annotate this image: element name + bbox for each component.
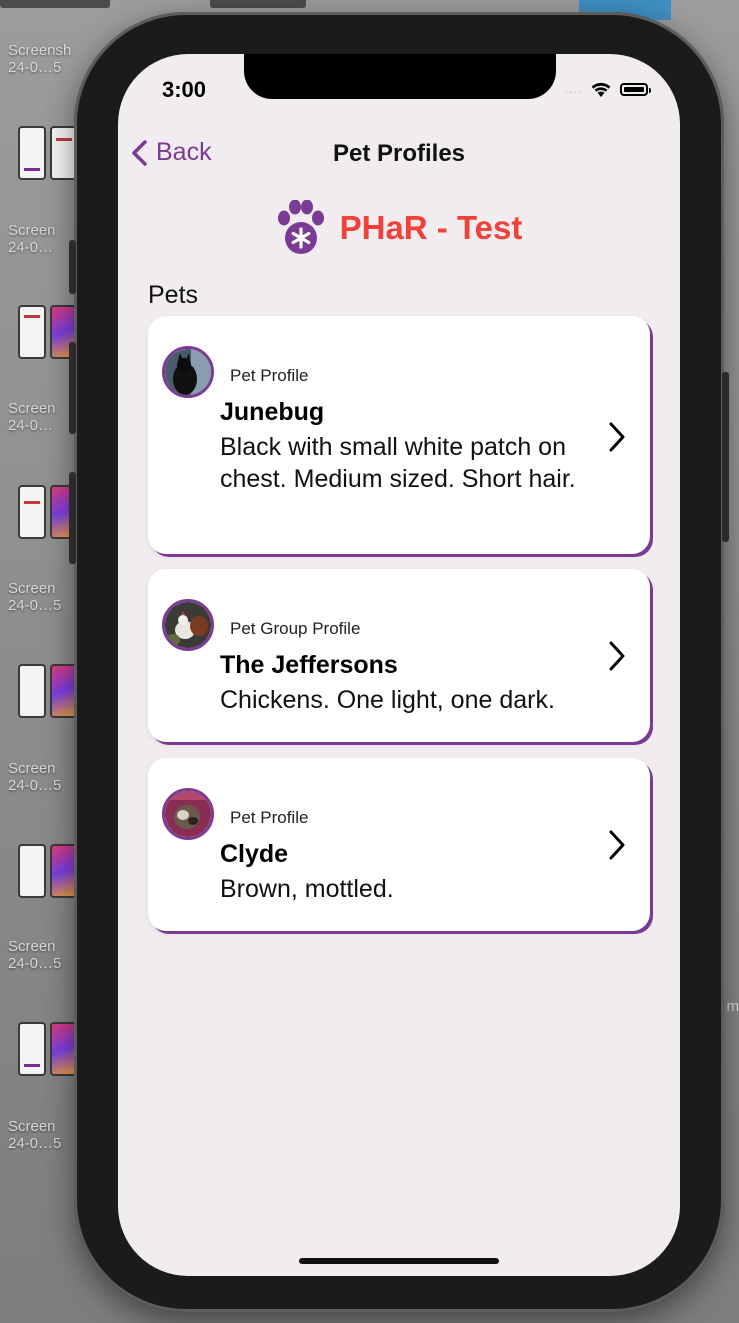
volume-up-button bbox=[69, 342, 76, 434]
pet-name: Clyde bbox=[220, 840, 289, 868]
desktop-file-icon[interactable] bbox=[18, 664, 80, 718]
desktop-file-label: Screen 24-0… bbox=[8, 222, 56, 256]
thumbnail bbox=[18, 305, 46, 359]
desktop-file-label: Screen 24-0…5 bbox=[8, 580, 62, 614]
phone-frame: 3:00 .... Back Pet Profiles PHaR - Test … bbox=[69, 12, 729, 1312]
chevron-right-icon bbox=[609, 641, 625, 671]
pet-photo bbox=[165, 602, 211, 648]
desktop-file-label: Screensh 24-0…5 bbox=[8, 42, 72, 76]
pet-description: Black with small white patch on chest. M… bbox=[220, 433, 576, 493]
status-icons: .... bbox=[564, 80, 651, 98]
pet-photo bbox=[165, 791, 211, 837]
pet-name: The Jeffersons bbox=[220, 651, 398, 679]
pet-card-clyde[interactable]: Pet Profile Clyde Brown, mottled. bbox=[148, 758, 650, 931]
brand-header: PHaR - Test bbox=[118, 200, 680, 256]
app-name: PHaR - Test bbox=[339, 209, 523, 246]
wifi-icon bbox=[591, 82, 611, 97]
status-time: 3:00 bbox=[162, 77, 207, 102]
app-screen: 3:00 .... Back Pet Profiles PHaR - Test … bbox=[118, 54, 680, 1276]
thumbnail bbox=[18, 1022, 46, 1076]
pet-photo bbox=[165, 349, 211, 395]
desktop-strip bbox=[210, 0, 306, 8]
chevron-right-icon bbox=[609, 422, 625, 452]
notch bbox=[244, 54, 556, 99]
desktop-file-icon[interactable] bbox=[18, 844, 80, 898]
desktop-strip bbox=[0, 0, 110, 8]
thumbnail bbox=[18, 485, 46, 539]
thumbnail bbox=[18, 664, 46, 718]
desktop-file-label: Screen 24-0…5 bbox=[8, 1118, 62, 1152]
desktop-file-icon[interactable] bbox=[18, 126, 80, 180]
desktop-edge-text: m bbox=[726, 998, 739, 1015]
pet-card-the-jeffersons[interactable]: Pet Group Profile The Jeffersons Chicken… bbox=[148, 569, 650, 742]
volume-down-button bbox=[69, 472, 76, 564]
desktop-file-label: Screen 24-0… bbox=[8, 400, 56, 434]
desktop-file-icon[interactable] bbox=[18, 1022, 80, 1076]
pet-kind: Pet Group Profile bbox=[230, 619, 361, 638]
avatar bbox=[162, 346, 214, 398]
paw-icon bbox=[277, 200, 324, 254]
avatar bbox=[162, 788, 214, 840]
chevron-right-icon bbox=[609, 830, 625, 860]
section-title: Pets bbox=[148, 281, 199, 309]
pet-description: Chickens. One light, one dark. bbox=[220, 686, 555, 714]
pet-kind: Pet Profile bbox=[230, 366, 309, 385]
desktop-file-label: Screen 24-0…5 bbox=[8, 760, 62, 794]
pet-card-junebug[interactable]: Pet Profile Junebug Black with small whi… bbox=[148, 316, 650, 554]
thumbnail bbox=[18, 844, 46, 898]
pet-name: Junebug bbox=[220, 398, 325, 426]
home-indicator[interactable] bbox=[299, 1258, 499, 1264]
power-button bbox=[722, 372, 729, 542]
desktop-file-label: Screen 24-0…5 bbox=[8, 938, 62, 972]
desktop-background: Screensh 24-0…5 Screen 24-0… Screen 24-0… bbox=[0, 0, 739, 1323]
battery-icon bbox=[620, 82, 651, 96]
signal-icon: .... bbox=[564, 82, 582, 96]
pet-description: Brown, mottled. bbox=[220, 875, 394, 903]
avatar bbox=[162, 599, 214, 651]
silent-switch bbox=[69, 240, 76, 294]
page-title: Pet Profiles bbox=[332, 140, 466, 167]
thumbnail bbox=[18, 126, 46, 180]
pet-kind: Pet Profile bbox=[230, 808, 309, 827]
